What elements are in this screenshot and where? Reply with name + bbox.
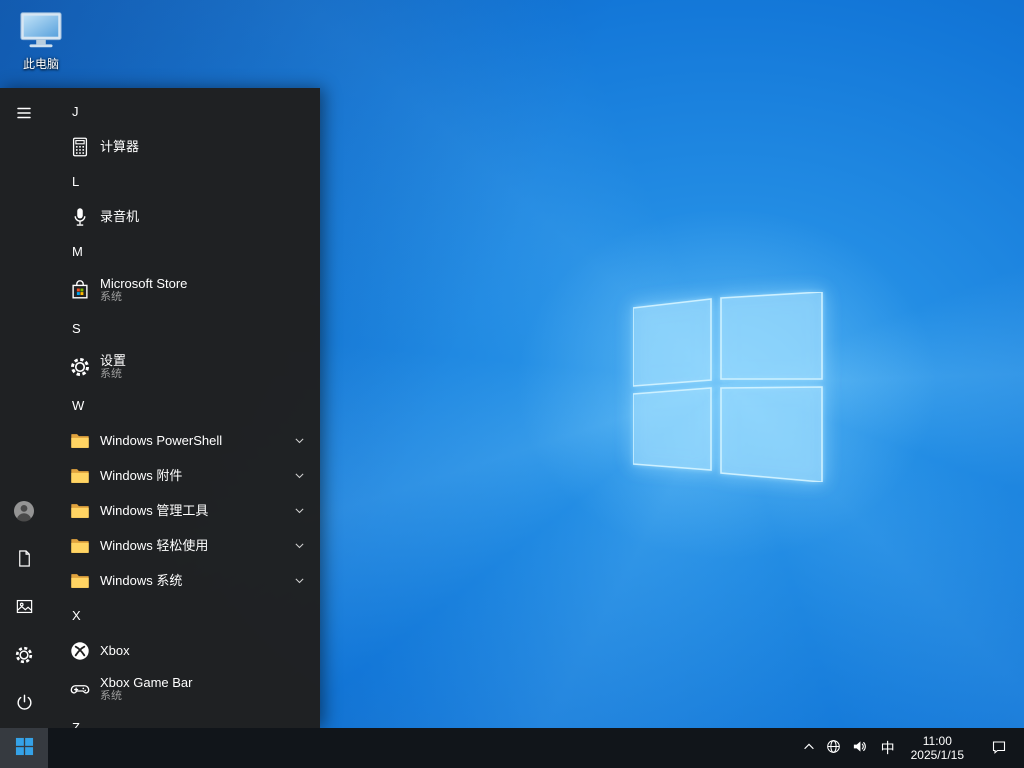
menu-expand-button[interactable]	[0, 90, 48, 138]
documents-button[interactable]	[0, 536, 48, 584]
action-center-icon	[991, 739, 1007, 758]
start-app-item[interactable]: 计算器	[48, 129, 320, 164]
app-sublabel: 系统	[100, 690, 122, 702]
ime-indicator[interactable]: 中	[873, 728, 903, 768]
folder-icon	[68, 534, 92, 558]
app-label: Windows 管理工具	[100, 503, 209, 518]
settings-gear-icon	[68, 355, 92, 379]
microphone-icon	[68, 205, 92, 229]
app-label: 计算器	[100, 139, 140, 154]
app-sublabel: 系统	[100, 368, 122, 380]
app-sublabel: 系统	[100, 291, 122, 303]
network-button[interactable]	[821, 728, 847, 768]
clock-date: 2025/1/15	[910, 748, 964, 762]
app-label: Windows 附件	[100, 468, 183, 483]
hamburger-icon	[15, 104, 33, 125]
letter-header-Z[interactable]: Z	[48, 710, 320, 728]
settings-button[interactable]	[0, 632, 48, 680]
start-folder-item[interactable]: Windows 管理工具	[48, 493, 320, 528]
system-tray: 中 11:00 2025/1/15	[797, 728, 1024, 768]
tray-overflow-button[interactable]	[797, 728, 821, 768]
start-folder-item[interactable]: Windows 系统	[48, 563, 320, 598]
start-app-list: J 计算器 L 录音机 M Microsoft Store 系统 S 设置 系统 W Windows …	[48, 88, 320, 728]
start-app-item[interactable]: Microsoft Store 系统	[48, 269, 320, 311]
taskbar: 中 11:00 2025/1/15	[0, 728, 1024, 768]
chevron-down-icon	[293, 469, 306, 482]
app-label: Windows PowerShell	[100, 433, 223, 448]
store-icon	[68, 278, 92, 302]
network-globe-icon	[826, 739, 841, 757]
app-label: Windows 系统	[100, 573, 183, 588]
user-account-icon	[12, 499, 36, 526]
start-folder-item[interactable]: Windows 轻松使用	[48, 528, 320, 563]
chevron-down-icon	[293, 434, 306, 447]
documents-icon	[15, 549, 34, 571]
pictures-icon	[15, 597, 34, 619]
user-account-button[interactable]	[0, 488, 48, 536]
action-center-button[interactable]	[982, 728, 1016, 768]
windows-logo	[633, 292, 823, 482]
letter-header-M[interactable]: M	[48, 234, 320, 269]
calculator-icon	[68, 135, 92, 159]
power-button[interactable]	[0, 680, 48, 728]
xbox-icon	[68, 639, 92, 663]
pictures-button[interactable]	[0, 584, 48, 632]
volume-button[interactable]	[847, 728, 873, 768]
chevron-down-icon	[293, 539, 306, 552]
start-app-item[interactable]: Xbox Game Bar 系统	[48, 668, 320, 710]
letter-header-X[interactable]: X	[48, 598, 320, 633]
folder-icon	[68, 429, 92, 453]
app-label: Xbox	[100, 643, 130, 658]
taskbar-clock[interactable]: 11:00 2025/1/15	[903, 734, 972, 762]
letter-header-W[interactable]: W	[48, 388, 320, 423]
app-label: Microsoft Store	[100, 276, 188, 291]
chevron-down-icon	[293, 504, 306, 517]
power-icon	[15, 693, 34, 715]
this-pc-icon	[18, 10, 64, 55]
folder-icon	[68, 569, 92, 593]
start-button[interactable]	[0, 728, 48, 768]
chevron-up-icon	[802, 740, 816, 757]
start-menu-rail	[0, 88, 48, 728]
desktop-icon-label: 此电脑	[22, 57, 59, 71]
letter-header-J[interactable]: J	[48, 94, 320, 129]
windows-start-icon	[15, 737, 34, 759]
volume-icon	[852, 739, 867, 757]
app-label: 设置	[100, 353, 127, 368]
chevron-down-icon	[293, 574, 306, 587]
start-app-item[interactable]: Xbox	[48, 633, 320, 668]
settings-gear-icon	[14, 645, 34, 668]
letter-header-S[interactable]: S	[48, 311, 320, 346]
letter-header-L[interactable]: L	[48, 164, 320, 199]
start-folder-item[interactable]: Windows 附件	[48, 458, 320, 493]
app-label: Xbox Game Bar	[100, 675, 193, 690]
start-folder-item[interactable]: Windows PowerShell	[48, 423, 320, 458]
desktop-icon-this-pc[interactable]: 此电脑	[12, 10, 70, 71]
clock-time: 11:00	[922, 734, 952, 748]
windows-desktop: 此电脑 J 计算器 L 录音机 M Microsoft Store 系统 S 设…	[0, 0, 1024, 768]
app-label: 录音机	[100, 209, 140, 224]
folder-icon	[68, 464, 92, 488]
start-app-item[interactable]: 录音机	[48, 199, 320, 234]
start-menu: J 计算器 L 录音机 M Microsoft Store 系统 S 设置 系统 W Windows …	[0, 88, 320, 728]
gamebar-icon	[68, 677, 92, 701]
start-app-item[interactable]: 设置 系统	[48, 346, 320, 388]
app-label: Windows 轻松使用	[100, 538, 209, 553]
folder-icon	[68, 499, 92, 523]
